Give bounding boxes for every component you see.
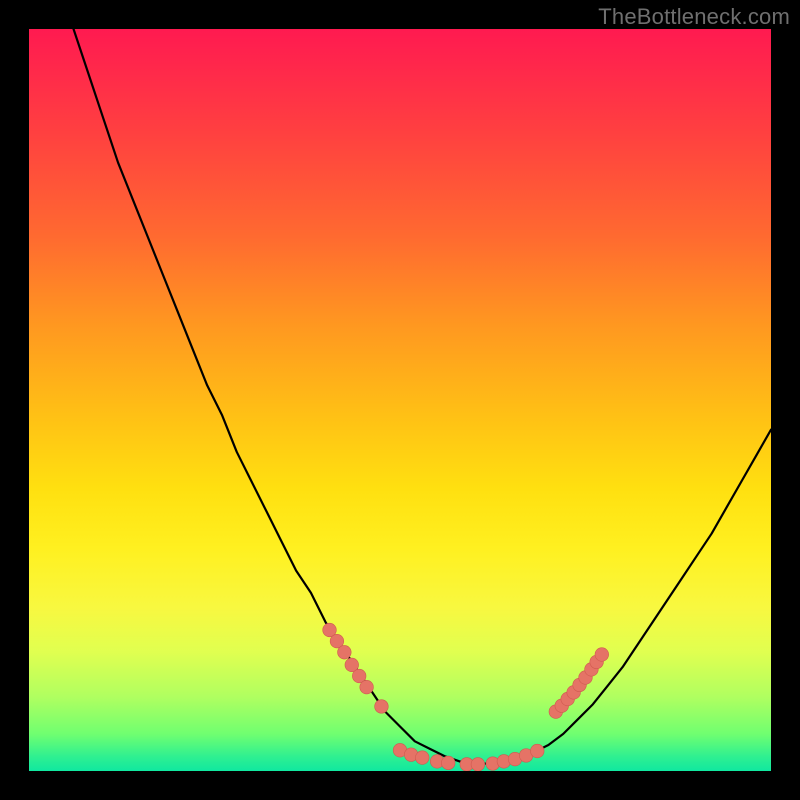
plot-area	[29, 29, 771, 771]
data-markers	[323, 623, 609, 771]
plot-svg	[29, 29, 771, 771]
watermark-text: TheBottleneck.com	[598, 4, 790, 30]
chart-frame: TheBottleneck.com	[0, 0, 800, 800]
bottleneck-curve	[74, 29, 771, 764]
